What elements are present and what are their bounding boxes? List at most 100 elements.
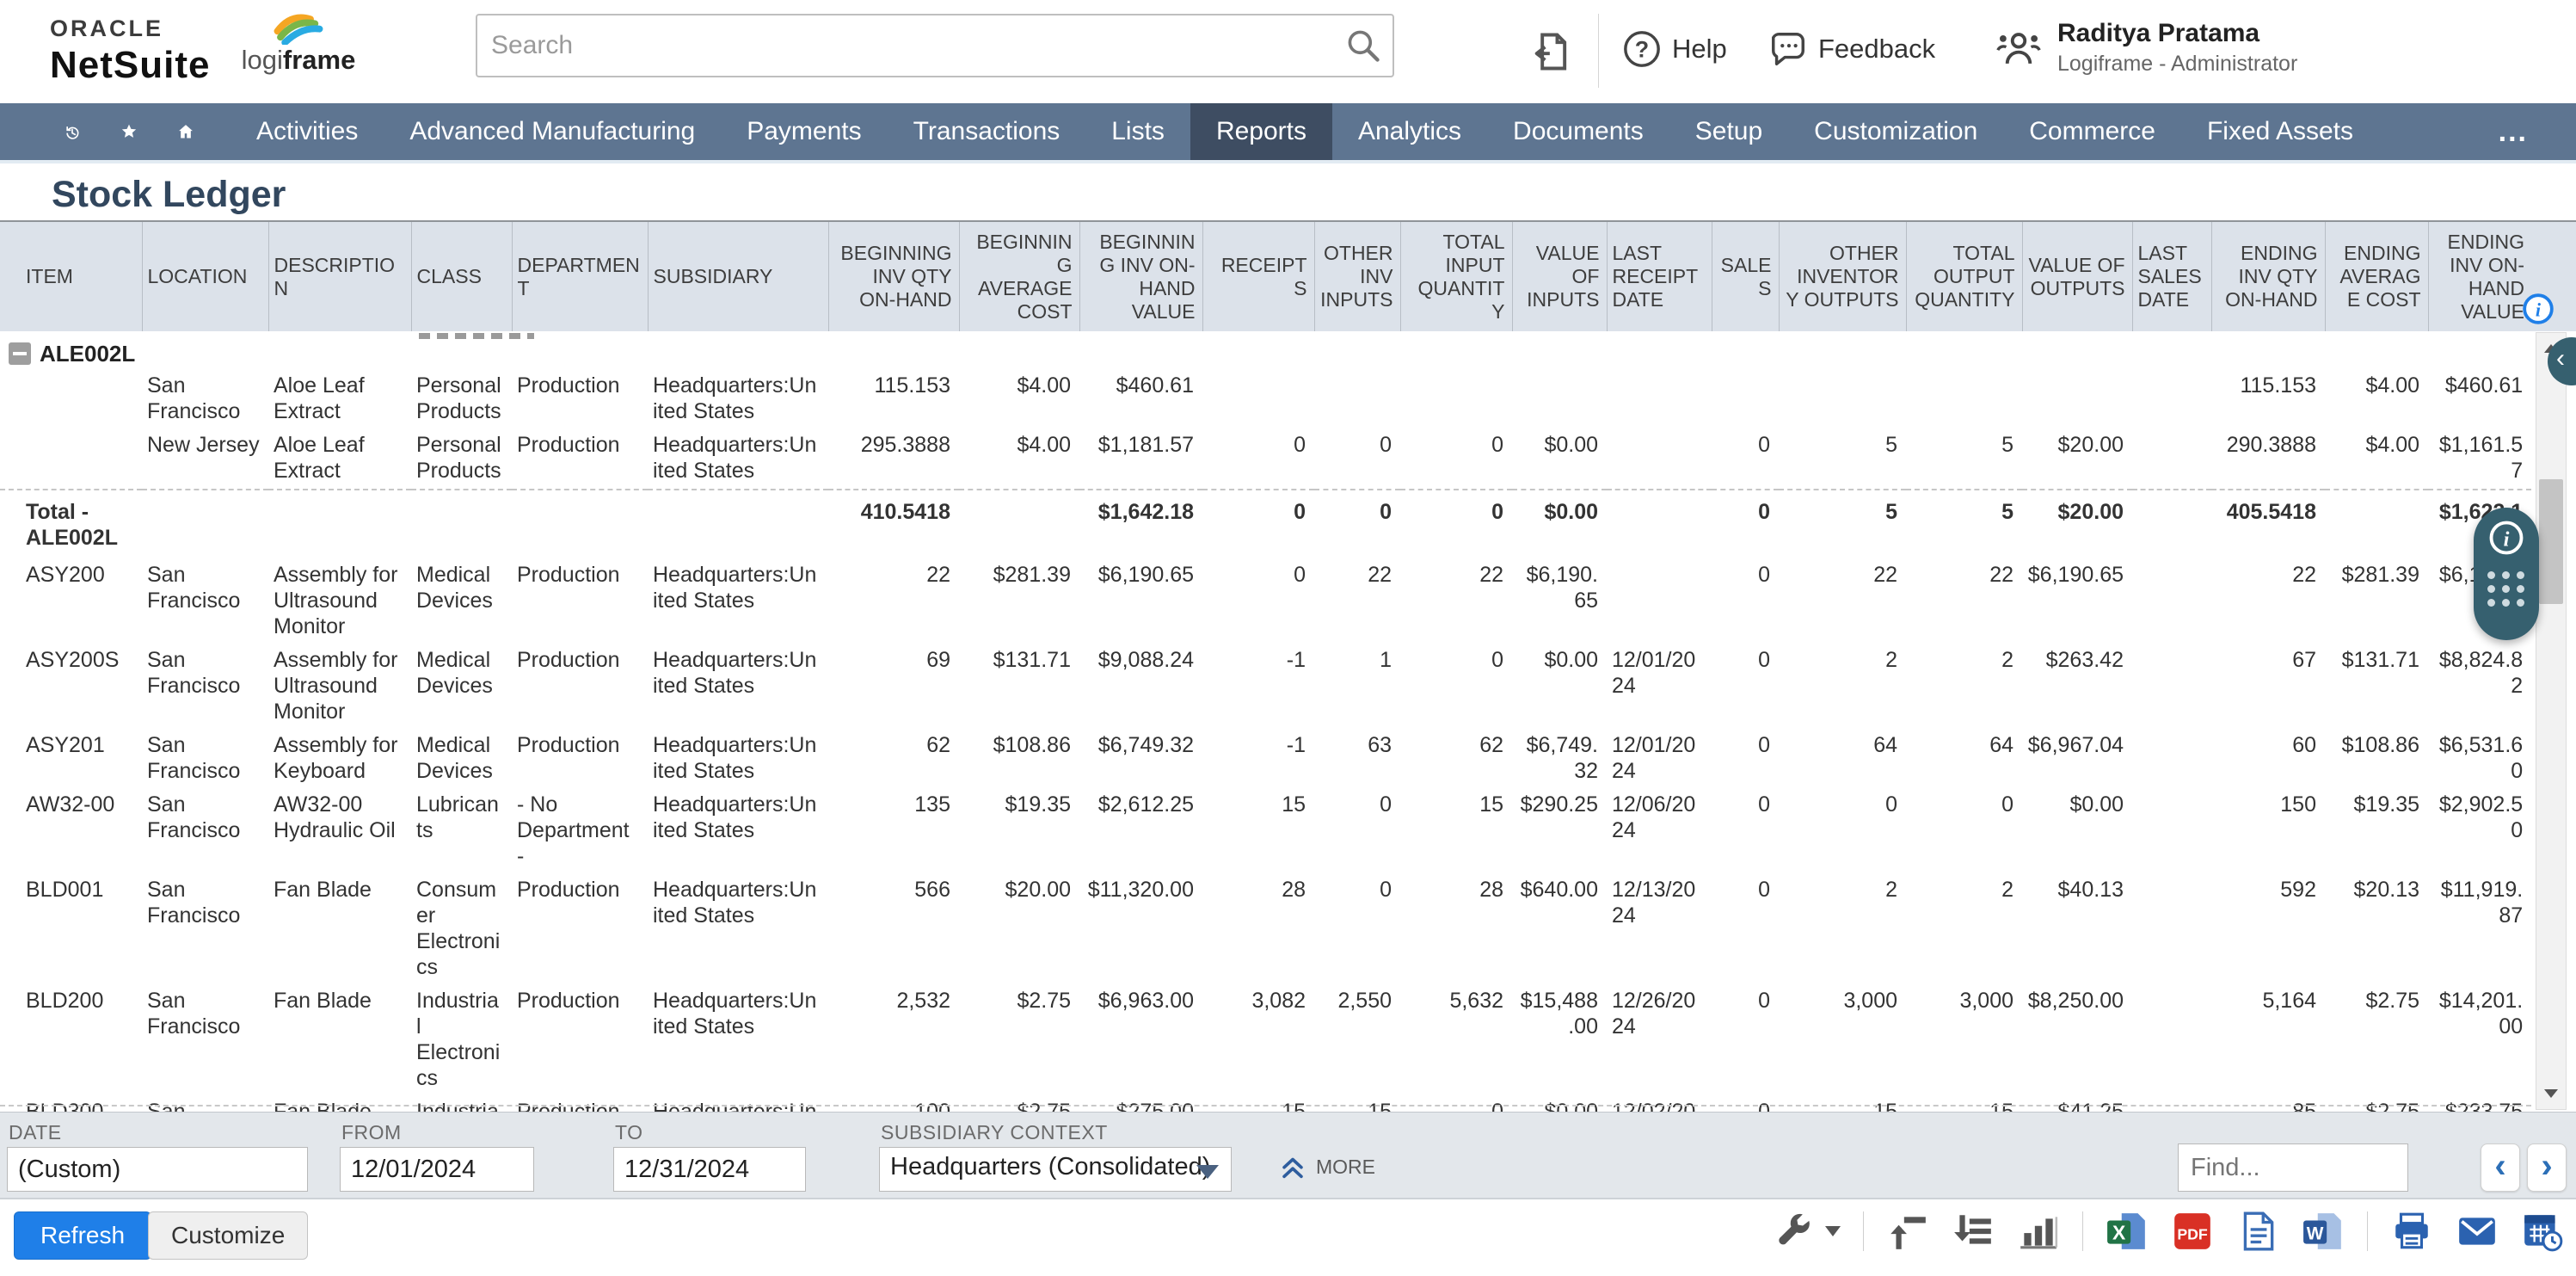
nav-item-transactions[interactable]: Transactions (888, 103, 1086, 160)
export-csv-icon[interactable] (2236, 1210, 2279, 1253)
column-header-other-inventory-outputs[interactable]: OTHER INVENTORY OUTPUTS (1778, 222, 1906, 331)
scroll-down-icon[interactable] (2536, 1078, 2566, 1109)
cell-item: ASY200S (26, 648, 120, 673)
cell-end-avg-cost: $4.00 (2365, 373, 2419, 398)
column-header-end-inv-value[interactable]: ENDING INV ON-HAND VALUE (2427, 222, 2531, 331)
nav-item-commerce[interactable]: Commerce (2003, 103, 2181, 160)
info-icon[interactable]: i (2488, 520, 2524, 556)
column-header-sales[interactable]: SALES (1711, 222, 1779, 331)
user-menu[interactable]: Raditya Pratama Logiframe - Administrato… (1994, 17, 2297, 77)
nav-item-fixed-assets[interactable]: Fixed Assets (2181, 103, 2379, 160)
nav-item-documents[interactable]: Documents (1487, 103, 1669, 160)
report-info-icon[interactable]: i (2522, 293, 2554, 325)
cell-total-input-qty (1400, 370, 1512, 429)
cell-total-input-qty: 5,632 (1449, 989, 1503, 1014)
cell-value-of-inputs: $0.00 (1544, 433, 1598, 458)
settings-dropdown-icon[interactable] (1825, 1226, 1841, 1236)
svg-text:i: i (2536, 299, 2542, 321)
cell-last-sales-date (2132, 559, 2211, 644)
nav-item-customization[interactable]: Customization (1788, 103, 2003, 160)
refresh-button[interactable]: Refresh (14, 1211, 152, 1260)
column-header-class[interactable]: CLASS (410, 222, 512, 331)
column-header-value-of-outputs[interactable]: VALUE OF OUTPUTS (2021, 222, 2132, 331)
column-header-last-sales-date[interactable]: LAST SALES DATE (2131, 222, 2211, 331)
cell-other-inv-inputs: 0 (1380, 433, 1392, 458)
cell-other-inv-inputs: 0 (1314, 489, 1400, 560)
schedule-icon[interactable] (2521, 1210, 2564, 1253)
scrollbar-thumb[interactable] (2539, 479, 2563, 604)
table-row: ASY200 San Francisco Assembly for Ultrasou… (0, 559, 2531, 644)
nav-item-setup[interactable]: Setup (1669, 103, 1788, 160)
column-header-item[interactable]: ITEM (0, 222, 142, 331)
column-header-end-avg-cost[interactable]: ENDING AVERAGE COST (2324, 222, 2428, 331)
cell-value-of-outputs (2022, 370, 2132, 429)
expand-rows-icon[interactable] (1886, 1210, 1929, 1253)
prev-page-button[interactable]: ‹ (2481, 1143, 2520, 1192)
new-record-icon[interactable] (1529, 28, 1574, 76)
column-header-other-inv-inputs[interactable]: OTHER INV INPUTS (1313, 222, 1400, 331)
column-header-end-inv-qty[interactable]: ENDING INV QTY ON-HAND (2210, 222, 2325, 331)
nav-item-advanced-manufacturing[interactable]: Advanced Manufacturing (384, 103, 721, 160)
cell-total-input-qty: 15 (1479, 792, 1503, 817)
column-header-receipts[interactable]: RECEIPTS (1202, 222, 1314, 331)
cell-last-sales-date (2132, 489, 2211, 560)
export-excel-icon[interactable]: X (2106, 1210, 2149, 1253)
nav-more-button[interactable]: ... (2473, 103, 2576, 160)
find-input[interactable] (2178, 1143, 2408, 1192)
column-header-location[interactable]: LOCATION (141, 222, 268, 331)
nav-item-reports[interactable]: Reports (1190, 103, 1332, 160)
email-icon[interactable] (2456, 1210, 2499, 1253)
nav-item-lists[interactable]: Lists (1085, 103, 1190, 160)
column-header-value-of-inputs[interactable]: VALUE OF INPUTS (1511, 222, 1607, 331)
print-icon[interactable] (2390, 1210, 2433, 1253)
cell-receipts (1202, 370, 1314, 429)
search-icon[interactable] (1344, 27, 1382, 65)
nav-item-activities[interactable]: Activities (231, 103, 384, 160)
cell-value-of-inputs (1512, 370, 1607, 429)
column-header-total-input-qty[interactable]: TOTAL INPUT QUANTITY (1399, 222, 1512, 331)
column-header-beg-inv-qty[interactable]: BEGINNING INV QTY ON-HAND (827, 222, 959, 331)
column-header-last-receipt-date[interactable]: LAST RECEIPT DATE (1606, 222, 1712, 331)
vertical-scrollbar[interactable] (2536, 332, 2567, 1110)
shortcuts-star-icon[interactable] (110, 113, 148, 151)
recent-records-icon[interactable] (53, 113, 91, 151)
column-header-subsidiary[interactable]: SUBSIDIARY (647, 222, 828, 331)
page-title: Stock Ledger (52, 174, 286, 215)
next-page-button[interactable]: › (2527, 1143, 2567, 1192)
assistant-widget[interactable]: i (2474, 508, 2539, 640)
nav-item-payments[interactable]: Payments (721, 103, 887, 160)
cell-end-avg-cost: $4.00 (2365, 433, 2419, 458)
to-date-input[interactable] (613, 1147, 806, 1192)
column-header-description[interactable]: DESCRIPTION (267, 222, 411, 331)
dots-grid-icon[interactable] (2487, 571, 2525, 607)
table-row: BLD001 San Francisco Fan Blade Consumer Ele… (0, 874, 2531, 985)
collapse-group-icon[interactable] (9, 342, 31, 366)
home-icon[interactable] (167, 113, 205, 151)
customize-button[interactable]: Customize (148, 1211, 309, 1260)
cell-other-inventory-outputs: 0 (1885, 792, 1897, 817)
nav-item-analytics[interactable]: Analytics (1332, 103, 1487, 160)
subsidiary-context-select[interactable]: Headquarters (Consolidated) (879, 1147, 1232, 1192)
search-input[interactable] (477, 31, 1344, 60)
date-filter-input[interactable] (7, 1147, 308, 1192)
from-label: FROM (341, 1121, 402, 1143)
export-word-icon[interactable]: W (2302, 1210, 2345, 1253)
header-divider (1598, 14, 1599, 88)
cell-end-avg-cost: $2.75 (2365, 989, 2419, 1014)
from-date-input[interactable] (340, 1147, 534, 1192)
netsuite-logo[interactable]: ORACLE NetSuite (50, 15, 210, 87)
help-icon: ? (1622, 29, 1662, 69)
export-pdf-icon[interactable]: PDF (2171, 1210, 2214, 1253)
column-header-total-output-qty[interactable]: TOTAL OUTPUT QUANTITY (1905, 222, 2022, 331)
help-button[interactable]: ? Help (1622, 29, 1727, 69)
cell-department: Production (517, 433, 620, 458)
column-header-beg-avg-cost[interactable]: BEGINNING AVERAGE COST (958, 222, 1079, 331)
cell-item: Total - ALE002L (0, 489, 142, 560)
column-header-beg-inv-value[interactable]: BEGINNING INV ON-HAND VALUE (1079, 222, 1202, 331)
settings-icon[interactable] (1772, 1210, 1815, 1253)
collapse-rows-icon[interactable] (1952, 1210, 1995, 1253)
column-header-department[interactable]: DEPARTMENT (511, 222, 648, 331)
more-filters-button[interactable]: MORE (1278, 1152, 1375, 1181)
chart-view-icon[interactable] (2017, 1210, 2060, 1253)
feedback-button[interactable]: Feedback (1768, 29, 1935, 69)
